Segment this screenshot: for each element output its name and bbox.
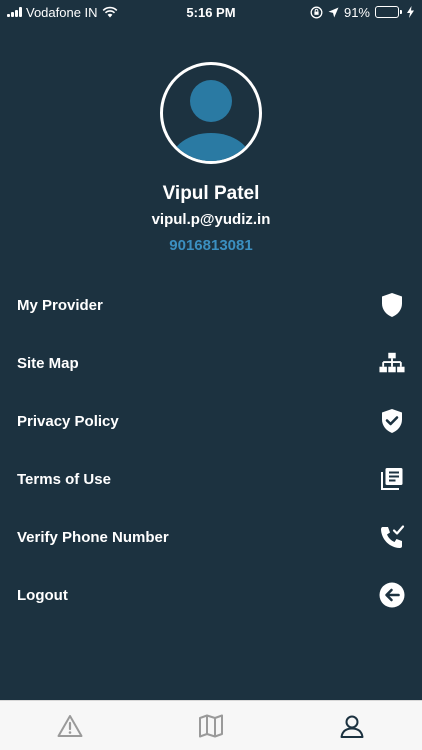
menu-item-site-map[interactable]: Site Map [0, 334, 422, 392]
battery-percent: 91% [343, 4, 370, 20]
menu-item-label: Terms of Use [17, 470, 111, 488]
tab-map[interactable] [141, 701, 282, 750]
shield-icon [379, 292, 405, 318]
menu-item-terms-of-use[interactable]: Terms of Use [0, 450, 422, 508]
battery-icon [375, 6, 402, 18]
shield-check-icon [379, 408, 405, 434]
carrier-label: Vodafone IN [26, 4, 98, 20]
arrow-left-circle-icon [379, 582, 405, 608]
status-bar: Vodafone IN 5:16 PM 91% [0, 0, 422, 24]
wifi-icon [102, 6, 117, 18]
user-placeholder-icon [171, 80, 251, 161]
profile-name: Vipul Patel [162, 183, 260, 204]
tab-bar [0, 700, 422, 750]
tab-alerts[interactable] [0, 701, 141, 750]
menu-item-privacy-policy[interactable]: Privacy Policy [0, 392, 422, 450]
charging-bolt-icon [407, 6, 414, 18]
menu-item-label: Verify Phone Number [17, 528, 169, 546]
menu-item-label: Privacy Policy [17, 412, 119, 430]
location-arrow-icon [328, 7, 339, 17]
status-left: Vodafone IN [7, 5, 118, 20]
map-icon [199, 714, 223, 737]
profile-phone: 9016813081 [169, 237, 253, 254]
menu-item-label: My Provider [17, 296, 103, 314]
menu-list: My Provider Site Map Privacy Policy Term… [0, 276, 422, 624]
menu-item-logout[interactable]: Logout [0, 566, 422, 624]
sitemap-icon [379, 350, 405, 376]
menu-item-my-provider[interactable]: My Provider [0, 276, 422, 334]
phone-check-icon [379, 524, 405, 550]
document-list-icon [379, 466, 405, 492]
menu-item-label: Logout [17, 586, 68, 604]
menu-item-verify-phone-number[interactable]: Verify Phone Number [0, 508, 422, 566]
tab-profile[interactable] [281, 701, 422, 750]
menu-item-label: Site Map [17, 354, 79, 372]
profile-icon [340, 715, 364, 738]
signal-icon [7, 7, 22, 17]
warning-icon [57, 714, 83, 737]
profile-email: vipul.p@yudiz.in [151, 211, 271, 228]
status-right: 91% [310, 5, 414, 20]
rotation-lock-icon [310, 6, 323, 18]
avatar[interactable] [160, 62, 262, 164]
